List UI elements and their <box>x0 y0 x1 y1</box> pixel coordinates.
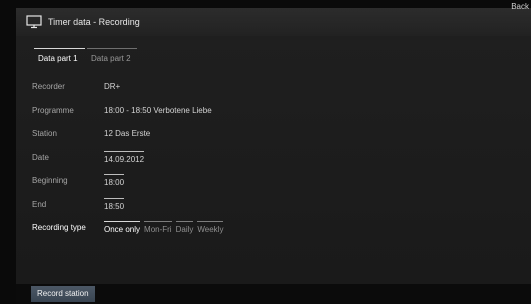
date-field[interactable]: 14.09.2012 <box>104 151 145 164</box>
timer-panel: Data part 1 Data part 2 Recorder DR+ Pro… <box>16 36 531 284</box>
tab-data-part-1[interactable]: Data part 1 <box>34 48 85 65</box>
tab-data-part-2[interactable]: Data part 2 <box>87 48 137 65</box>
recording-type-options: Once only Mon-Fri Daily Weekly <box>104 221 227 234</box>
bottom-bar: Record station <box>16 284 531 304</box>
recording-type-label: Recording type <box>32 223 86 232</box>
option-daily[interactable]: Daily <box>175 221 193 234</box>
beginning-label: Beginning <box>32 176 68 185</box>
end-label: End <box>32 200 47 209</box>
title-bar: Timer data - Recording <box>16 8 531 36</box>
tv-icon <box>26 15 42 29</box>
window: Timer data - Recording Back Data part 1 … <box>0 0 531 304</box>
tab-bar: Data part 1 Data part 2 <box>34 48 139 65</box>
beginning-field[interactable]: 18:00 <box>104 174 125 187</box>
option-once-only[interactable]: Once only <box>104 221 141 234</box>
end-field[interactable]: 18:50 <box>104 198 125 211</box>
record-station-button[interactable]: Record station <box>31 286 95 302</box>
option-weekly[interactable]: Weekly <box>197 221 224 234</box>
programme-value: 18:00 - 18:50 Verbotene Liebe <box>104 106 212 115</box>
station-label: Station <box>32 129 57 138</box>
recorder-value: DR+ <box>104 82 121 91</box>
back-button[interactable]: Back <box>511 2 529 11</box>
station-value: 12 Das Erste <box>104 129 151 138</box>
option-mon-fri[interactable]: Mon-Fri <box>144 221 172 234</box>
date-label: Date <box>32 153 49 162</box>
recorder-label: Recorder <box>32 82 65 91</box>
programme-label: Programme <box>32 106 74 115</box>
page-title: Timer data - Recording <box>48 17 140 27</box>
